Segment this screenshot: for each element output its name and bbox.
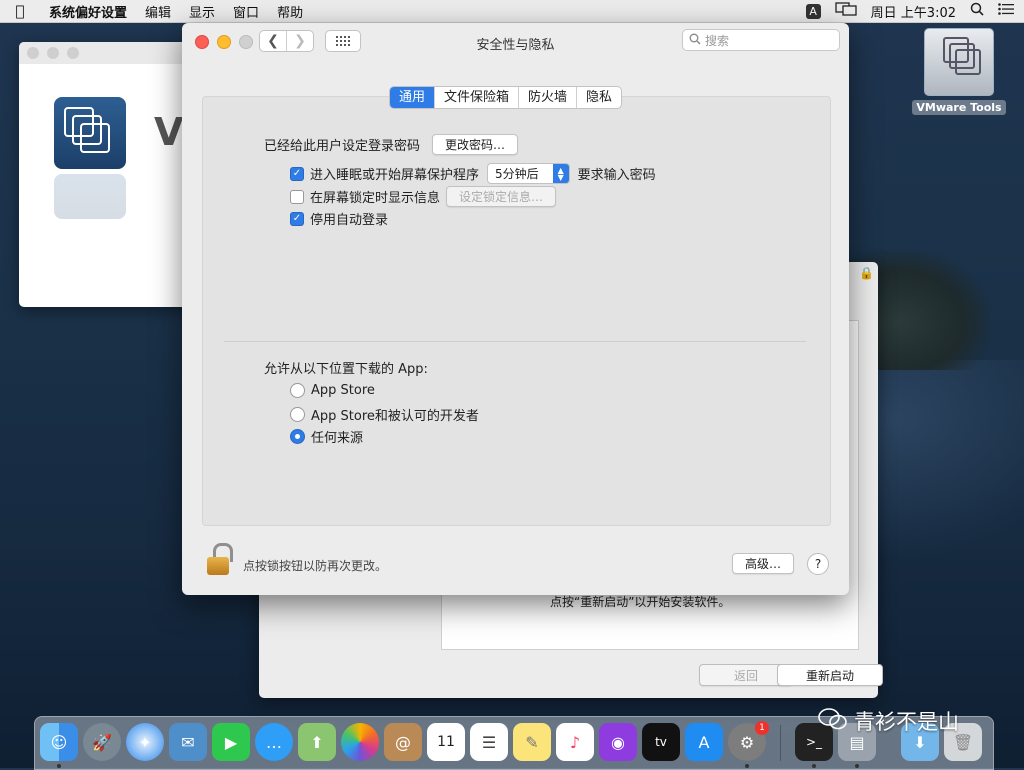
password-row: 已经给此用户设定登录密码 更改密码… bbox=[264, 134, 519, 155]
system-preferences-icon[interactable]: ⚙ 1 bbox=[728, 721, 769, 761]
music-icon[interactable]: ♪ bbox=[556, 723, 594, 761]
window-titlebar: ❮ ❯ 安全性与隐私 搜索 bbox=[182, 23, 849, 61]
running-indicator bbox=[745, 764, 749, 768]
safari-icon[interactable]: ✦ bbox=[126, 723, 164, 761]
search-placeholder: 搜索 bbox=[705, 33, 730, 48]
watermark: 青衫不是山 bbox=[818, 706, 959, 736]
set-lock-message-button[interactable]: 设定锁定信息… bbox=[446, 186, 557, 207]
calendar-icon[interactable]: 11 bbox=[427, 723, 465, 761]
radio-identified-developers-label: App Store和被认可的开发者 bbox=[311, 409, 479, 424]
watermark-text: 青衫不是山 bbox=[854, 710, 959, 734]
restart-button[interactable]: 重新启动 bbox=[777, 664, 883, 686]
autologin-row: ✓ 停用自动登录 bbox=[290, 209, 388, 228]
disable-autologin-label: 停用自动登录 bbox=[310, 213, 389, 228]
app-store-icon[interactable]: A bbox=[685, 723, 723, 761]
disable-autologin-checkbox[interactable]: ✓ bbox=[290, 211, 304, 226]
menu-edit[interactable]: 编辑 bbox=[136, 2, 180, 21]
vmware-tools-label: VMware Tools bbox=[912, 100, 1006, 115]
launchpad-icon[interactable]: 🚀 bbox=[83, 723, 121, 761]
tab-privacy[interactable]: 隐私 bbox=[576, 87, 621, 108]
radio-app-store-row[interactable]: App Store bbox=[290, 383, 375, 398]
finder-icon[interactable]: ☺ bbox=[40, 723, 78, 761]
search-field[interactable]: 搜索 bbox=[682, 29, 840, 51]
installer-message: 点按“重新启动”以开始安装软件。 bbox=[550, 595, 731, 609]
installer-title-partial: V bbox=[154, 110, 184, 154]
radio-identified-developers[interactable] bbox=[290, 407, 305, 422]
security-privacy-window: ❮ ❯ 安全性与隐私 搜索 通用 文件保险箱 防火墙 隐私 已经给此用户设定登录… bbox=[182, 23, 849, 595]
sleep-checkbox-label: 进入睡眠或开始屏幕保护程序 bbox=[310, 168, 480, 183]
menu-app-name[interactable]: 系统偏好设置 bbox=[40, 2, 136, 21]
padlock-icon[interactable] bbox=[204, 543, 234, 577]
notification-badge: 1 bbox=[755, 721, 769, 735]
vmware-logo-reflection bbox=[54, 174, 126, 219]
radio-anywhere[interactable] bbox=[290, 429, 305, 444]
podcasts-icon[interactable]: ◉ bbox=[599, 723, 637, 761]
lock-hint-text: 点按锁按钮以防再次更改。 bbox=[243, 559, 388, 573]
sleep-row: ✓ 进入睡眠或开始屏幕保护程序 5分钟后 ▲ ▼ 要求输入密码 bbox=[290, 163, 656, 184]
facetime-icon[interactable]: ▶ bbox=[212, 723, 250, 761]
photos-icon[interactable] bbox=[341, 723, 379, 761]
help-button[interactable]: ? bbox=[807, 553, 829, 575]
mail-icon[interactable]: ✉ bbox=[169, 723, 207, 761]
menu-extras: A 周日 上午3:02 bbox=[805, 2, 1024, 21]
wechat-icon bbox=[818, 707, 848, 736]
download-label-row: 允许从以下位置下载的 App: bbox=[264, 358, 428, 377]
menu-bar:  系统偏好设置 编辑 显示 窗口 帮助 A 周日 上午3:02 bbox=[0, 0, 1024, 23]
tab-filevault[interactable]: 文件保险箱 bbox=[434, 87, 518, 108]
advanced-button[interactable]: 高级… bbox=[732, 553, 795, 574]
clock[interactable]: 周日 上午3:02 bbox=[871, 2, 956, 21]
notes-icon[interactable]: ✎ bbox=[513, 723, 551, 761]
lock-message-checkbox[interactable] bbox=[290, 189, 304, 204]
radio-app-store[interactable] bbox=[290, 383, 305, 398]
running-indicator bbox=[855, 764, 859, 768]
general-panel bbox=[202, 96, 831, 526]
display-mirroring-icon[interactable] bbox=[835, 2, 857, 20]
delay-select-value: 5分钟后 bbox=[495, 167, 539, 181]
radio-identified-developers-row[interactable]: App Store和被认可的开发者 bbox=[290, 405, 479, 424]
running-indicator bbox=[57, 764, 61, 768]
lock-icon: 🔒 bbox=[859, 266, 874, 280]
installer-window: V bbox=[19, 42, 199, 307]
disk-image-icon bbox=[924, 28, 994, 96]
reminders-icon[interactable]: ☰ bbox=[470, 723, 508, 761]
require-password-label: 要求输入密码 bbox=[577, 168, 656, 183]
change-password-button[interactable]: 更改密码… bbox=[432, 134, 519, 155]
menu-help[interactable]: 帮助 bbox=[268, 2, 312, 21]
lock-message-row: 在屏幕锁定时显示信息 设定锁定信息… bbox=[290, 186, 557, 207]
radio-anywhere-label: 任何来源 bbox=[311, 431, 364, 446]
sleep-checkbox[interactable]: ✓ bbox=[290, 166, 304, 181]
menu-view[interactable]: 显示 bbox=[180, 2, 224, 21]
input-source-icon[interactable]: A bbox=[805, 3, 821, 19]
radio-anywhere-row[interactable]: 任何来源 bbox=[290, 427, 363, 446]
tab-firewall[interactable]: 防火墙 bbox=[518, 87, 576, 108]
password-label: 已经给此用户设定登录密码 bbox=[264, 139, 421, 154]
notification-center-icon[interactable] bbox=[998, 3, 1014, 19]
delay-select[interactable]: 5分钟后 ▲ ▼ bbox=[487, 163, 570, 184]
tab-bar: 通用 文件保险箱 防火墙 隐私 bbox=[389, 86, 623, 109]
contacts-icon[interactable]: @ bbox=[384, 723, 422, 761]
radio-app-store-label: App Store bbox=[311, 383, 375, 398]
messages-icon[interactable]: … bbox=[255, 723, 293, 761]
apple-menu-icon[interactable]:  bbox=[0, 2, 40, 20]
download-label: 允许从以下位置下载的 App: bbox=[264, 362, 428, 377]
tab-general[interactable]: 通用 bbox=[390, 87, 435, 108]
vmware-tools-desktop-icon[interactable]: VMware Tools bbox=[912, 28, 1006, 115]
lock-message-label: 在屏幕锁定时显示信息 bbox=[310, 191, 441, 206]
chevron-updown-icon: ▲ ▼ bbox=[552, 164, 569, 183]
section-divider bbox=[224, 341, 806, 342]
search-icon bbox=[689, 33, 701, 48]
menu-window[interactable]: 窗口 bbox=[224, 2, 268, 21]
installer-titlebar bbox=[19, 42, 199, 64]
tv-icon[interactable]: tv bbox=[642, 723, 680, 761]
vmware-logo-icon bbox=[54, 97, 126, 169]
maps-icon[interactable]: ⬆ bbox=[298, 723, 336, 761]
dock-separator bbox=[780, 725, 781, 761]
spotlight-search-icon[interactable] bbox=[970, 2, 984, 20]
running-indicator bbox=[812, 764, 816, 768]
